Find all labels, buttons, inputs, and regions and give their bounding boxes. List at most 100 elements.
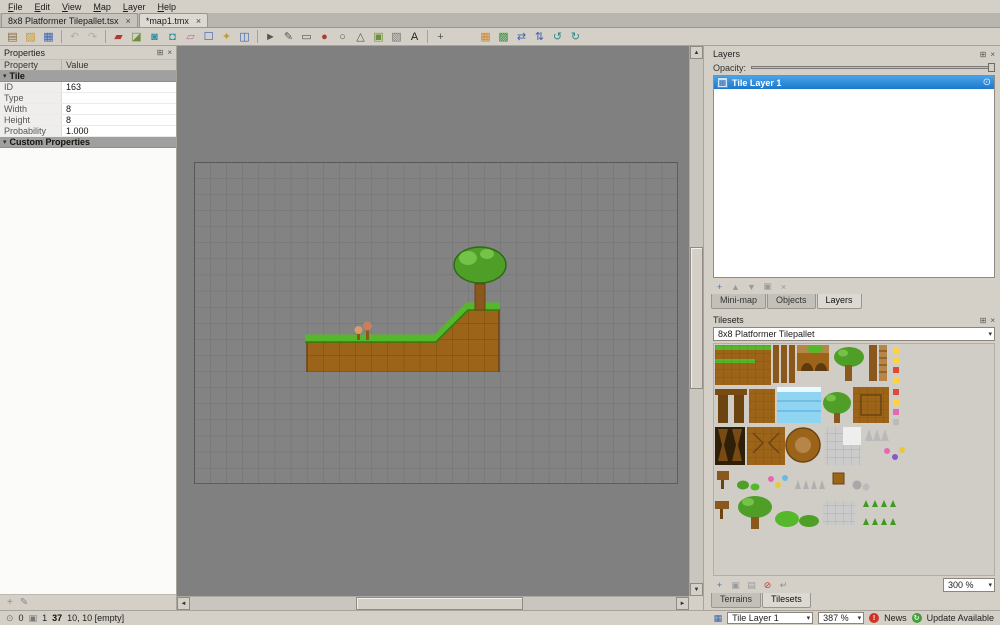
vertical-scroll-thumb[interactable] [690, 247, 703, 389]
stamp-brush-icon[interactable]: ▰ [110, 29, 127, 45]
tab-objects[interactable]: Objects [767, 294, 816, 309]
property-value[interactable]: 8 [62, 104, 176, 114]
menu-item-view[interactable]: View [56, 2, 87, 12]
update-icon[interactable]: ↻ [912, 613, 922, 623]
tab-tileset-file[interactable]: 8x8 Platformer Tilepallet.tsx × [1, 13, 138, 27]
tileset-zoom-combo[interactable]: 300 % ▾ [943, 578, 995, 592]
property-value[interactable]: 1.000 [62, 126, 176, 136]
insert-point-icon[interactable]: ● [316, 29, 333, 45]
crosshair-icon[interactable]: + [432, 29, 449, 45]
opacity-slider-handle[interactable] [988, 63, 995, 72]
news-icon[interactable]: ! [869, 613, 879, 623]
layer-visibility-icon[interactable]: ⊙ [983, 77, 991, 88]
save-file-icon[interactable]: ▦ [40, 29, 57, 45]
tab-terrains[interactable]: Terrains [711, 593, 761, 608]
menu-item-map[interactable]: Map [87, 2, 117, 12]
undo-icon[interactable]: ↶ [66, 29, 83, 45]
rectangular-select-icon[interactable]: ☐ [200, 29, 217, 45]
close-panel-icon[interactable]: × [990, 50, 995, 59]
eraser-icon[interactable]: ▱ [182, 29, 199, 45]
horizontal-scrollbar[interactable]: ◄ ► [177, 596, 689, 610]
scroll-down-icon[interactable]: ▼ [690, 583, 703, 596]
tab-layers[interactable]: Layers [817, 294, 862, 309]
lower-layer-icon[interactable]: ▼ [745, 281, 758, 293]
rotate-right-icon[interactable]: ↻ [567, 29, 584, 45]
close-panel-icon[interactable]: × [167, 48, 172, 57]
same-tile-select-icon[interactable]: ◫ [236, 29, 253, 45]
new-tileset-icon[interactable]: + [713, 579, 726, 591]
wrap-tiles-icon[interactable]: ↵ [777, 579, 790, 591]
embed-tileset-icon[interactable]: ▣ [729, 579, 742, 591]
tab-close-icon[interactable]: × [196, 17, 201, 25]
shape-fill-icon[interactable]: ◘ [164, 29, 181, 45]
vertical-scrollbar[interactable]: ▲ ▼ [689, 46, 703, 596]
property-row[interactable]: Width8 [0, 104, 176, 115]
scroll-right-icon[interactable]: ► [676, 597, 689, 610]
remove-tileset-icon[interactable]: ⊘ [761, 579, 774, 591]
select-objects-icon[interactable]: ► [262, 29, 279, 45]
property-row[interactable]: Type [0, 93, 176, 104]
status-zoom-combo[interactable]: 387 % ▾ [818, 612, 864, 624]
new-map-icon[interactable]: ▤ [4, 29, 21, 45]
map-view[interactable]: ▲ ▼ ◄ ► [177, 46, 703, 610]
insert-text-icon[interactable]: A [406, 29, 423, 45]
scroll-up-icon[interactable]: ▲ [690, 46, 703, 59]
edit-polygons-icon[interactable]: ✎ [280, 29, 297, 45]
insert-ellipse-icon[interactable]: ○ [334, 29, 351, 45]
tileset-selector[interactable]: 8x8 Platformer Tilepallet ▾ [713, 327, 995, 341]
menu-item-file[interactable]: File [2, 2, 29, 12]
update-label[interactable]: Update Available [927, 613, 994, 623]
tab-tilesets[interactable]: Tilesets [762, 593, 811, 608]
scroll-left-icon[interactable]: ◄ [177, 597, 190, 610]
new-layer-icon[interactable]: + [713, 281, 726, 293]
property-value[interactable]: 8 [62, 115, 176, 125]
console-icon[interactable]: ⊙ [6, 613, 14, 624]
duplicate-layer-icon[interactable]: ▣ [761, 281, 774, 293]
rotate-left-icon[interactable]: ↺ [549, 29, 566, 45]
menu-item-layer[interactable]: Layer [117, 2, 152, 12]
flip-vertical-icon[interactable]: ⇅ [531, 29, 548, 45]
tileset-image[interactable] [715, 345, 909, 531]
float-panel-icon[interactable]: ⊞ [980, 50, 987, 59]
magic-wand-icon[interactable]: ✦ [218, 29, 235, 45]
close-panel-icon[interactable]: × [990, 316, 995, 325]
tab-close-icon[interactable]: × [126, 17, 131, 25]
add-property-icon[interactable]: + [7, 597, 13, 608]
redo-icon[interactable]: ↷ [84, 29, 101, 45]
tab-mini-map[interactable]: Mini-map [711, 294, 766, 309]
open-file-icon[interactable]: ▨ [22, 29, 39, 45]
news-label[interactable]: News [884, 613, 907, 623]
layer-row[interactable]: ▦Tile Layer 1⊙ [714, 76, 994, 89]
property-row[interactable]: Probability1.000 [0, 126, 176, 137]
bucket-fill-icon[interactable]: ◙ [146, 29, 163, 45]
menu-item-help[interactable]: Help [151, 2, 182, 12]
terrain-brush-icon[interactable]: ◪ [128, 29, 145, 45]
tab-map-file[interactable]: *map1.tmx × [139, 13, 208, 27]
tileset-view[interactable] [713, 343, 995, 576]
snap-to-grid-icon[interactable]: ▦ [477, 29, 494, 45]
insert-tile-icon[interactable]: ▣ [370, 29, 387, 45]
raise-layer-icon[interactable]: ▲ [729, 281, 742, 293]
issues-icon[interactable]: ▣ [29, 613, 38, 624]
property-row[interactable]: Height8 [0, 115, 176, 126]
property-group-custom-properties[interactable]: ▾Custom Properties [0, 137, 176, 148]
horizontal-scroll-thumb[interactable] [356, 597, 523, 610]
export-tileset-icon[interactable]: ▤ [745, 579, 758, 591]
map-canvas[interactable] [194, 162, 678, 484]
float-panel-icon[interactable]: ⊞ [980, 316, 987, 325]
property-row[interactable]: ID163 [0, 82, 176, 93]
flip-horizontal-icon[interactable]: ⇄ [513, 29, 530, 45]
insert-polygon-icon[interactable]: △ [352, 29, 369, 45]
float-panel-icon[interactable]: ⊞ [157, 48, 164, 57]
insert-rectangle-icon[interactable]: ▭ [298, 29, 315, 45]
opacity-slider[interactable] [751, 62, 995, 73]
remove-layer-icon[interactable]: × [777, 281, 790, 293]
property-group-tile[interactable]: ▾Tile [0, 71, 176, 82]
property-value[interactable] [62, 93, 176, 103]
property-value[interactable]: 163 [62, 82, 176, 92]
highlight-current-layer-icon[interactable]: ▩ [495, 29, 512, 45]
edit-property-icon[interactable]: ✎ [20, 597, 28, 608]
insert-template-icon[interactable]: ▧ [388, 29, 405, 45]
menu-item-edit[interactable]: Edit [29, 2, 57, 12]
status-layer-combo[interactable]: Tile Layer 1 ▾ [727, 612, 813, 624]
